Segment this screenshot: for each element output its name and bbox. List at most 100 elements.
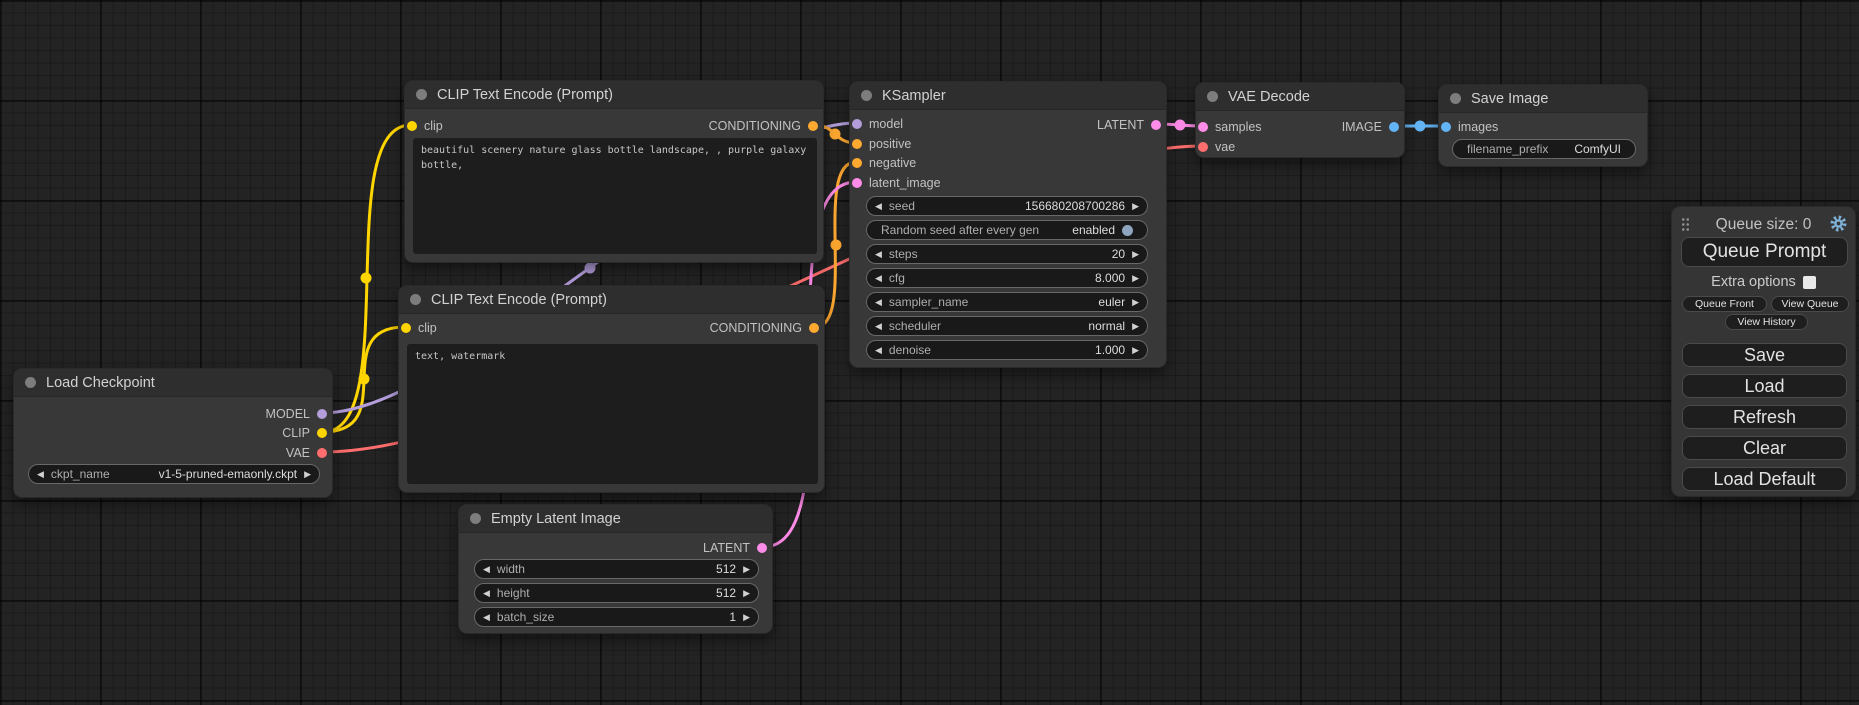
prompt-text-input[interactable]: text, watermark [407, 344, 818, 484]
widget-batch-size[interactable]: ◀ batch_size 1 ▶ [474, 607, 759, 627]
output-port-image[interactable]: IMAGE [1196, 117, 1404, 137]
decrement-arrow-icon[interactable]: ◀ [875, 298, 882, 307]
widget-random-seed-toggle[interactable]: Random seed after every gen enabled [866, 220, 1148, 240]
widget-filename-prefix[interactable]: filename_prefix ComfyUI [1452, 139, 1636, 159]
node-titlebar[interactable]: VAE Decode [1196, 83, 1404, 111]
increment-arrow-icon[interactable]: ▶ [743, 589, 750, 598]
save-button[interactable]: Save [1682, 343, 1847, 367]
port-dot-vae[interactable] [1198, 142, 1208, 152]
node-titlebar[interactable]: Save Image [1439, 85, 1647, 113]
port-dot-image[interactable] [1441, 122, 1451, 132]
prompt-text-input[interactable]: beautiful scenery nature glass bottle la… [413, 138, 817, 254]
collapse-dot-icon[interactable] [416, 89, 427, 100]
output-port-latent[interactable]: LATENT [850, 115, 1166, 135]
output-port-model[interactable]: MODEL [14, 404, 332, 424]
increment-arrow-icon[interactable]: ▶ [1132, 250, 1139, 259]
input-port-images[interactable]: images [1439, 117, 1647, 137]
node-clip-text-encode-negative[interactable]: CLIP Text Encode (Prompt) clip CONDITION… [398, 285, 825, 493]
link-midpoint-dot[interactable] [1415, 121, 1426, 132]
node-graph-canvas[interactable]: Load Checkpoint MODEL CLIP VAE ◀ ckpt_na… [0, 0, 1859, 705]
port-dot-latent[interactable] [852, 178, 862, 188]
link-midpoint-dot[interactable] [1175, 120, 1186, 131]
load-default-button[interactable]: Load Default [1682, 467, 1847, 491]
port-dot-vae[interactable] [317, 448, 327, 458]
port-dot-conditioning[interactable] [809, 323, 819, 333]
view-history-button[interactable]: View History [1725, 314, 1808, 330]
port-dot-conditioning[interactable] [852, 139, 862, 149]
increment-arrow-icon[interactable]: ▶ [1132, 298, 1139, 307]
increment-arrow-icon[interactable]: ▶ [1132, 346, 1139, 355]
output-port-vae[interactable]: VAE [14, 443, 332, 463]
widget-height[interactable]: ◀ height 512 ▶ [474, 583, 759, 603]
port-dot-clip[interactable] [317, 428, 327, 438]
increment-arrow-icon[interactable]: ▶ [743, 565, 750, 574]
port-dot-image[interactable] [1389, 122, 1399, 132]
widget-seed[interactable]: ◀ seed 156680208700286 ▶ [866, 196, 1148, 216]
port-dot-conditioning[interactable] [852, 158, 862, 168]
collapse-dot-icon[interactable] [1207, 91, 1218, 102]
widget-width[interactable]: ◀ width 512 ▶ [474, 559, 759, 579]
link-midpoint-dot[interactable] [585, 263, 596, 274]
queue-prompt-button[interactable]: Queue Prompt [1681, 237, 1848, 267]
increment-arrow-icon[interactable]: ▶ [1132, 202, 1139, 211]
decrement-arrow-icon[interactable]: ◀ [483, 589, 490, 598]
refresh-button[interactable]: Refresh [1682, 405, 1847, 429]
decrement-arrow-icon[interactable]: ◀ [875, 202, 882, 211]
load-button[interactable]: Load [1682, 374, 1847, 398]
settings-gear-icon[interactable] [1830, 215, 1847, 237]
decrement-arrow-icon[interactable]: ◀ [37, 470, 44, 479]
decrement-arrow-icon[interactable]: ◀ [875, 346, 882, 355]
node-titlebar[interactable]: KSampler [850, 82, 1166, 110]
increment-arrow-icon[interactable]: ▶ [1132, 322, 1139, 331]
queue-front-button[interactable]: Queue Front [1682, 296, 1767, 312]
decrement-arrow-icon[interactable]: ◀ [875, 250, 882, 259]
clear-button[interactable]: Clear [1682, 436, 1847, 460]
input-port-positive[interactable]: positive [850, 134, 1166, 154]
node-titlebar[interactable]: CLIP Text Encode (Prompt) [399, 286, 824, 314]
collapse-dot-icon[interactable] [1450, 93, 1461, 104]
widget-steps[interactable]: ◀ steps 20 ▶ [866, 244, 1148, 264]
port-dot-model[interactable] [317, 409, 327, 419]
node-titlebar[interactable]: Load Checkpoint [14, 369, 332, 397]
input-port-latent-image[interactable]: latent_image [850, 173, 1166, 193]
input-port-vae[interactable]: vae [1196, 137, 1404, 157]
collapse-dot-icon[interactable] [861, 90, 872, 101]
port-dot-conditioning[interactable] [808, 121, 818, 131]
node-vae-decode[interactable]: VAE Decode samples IMAGE vae [1195, 82, 1405, 158]
widget-sampler-name[interactable]: ◀ sampler_name euler ▶ [866, 292, 1148, 312]
widget-denoise[interactable]: ◀ denoise 1.000 ▶ [866, 340, 1148, 360]
node-titlebar[interactable]: Empty Latent Image [459, 505, 772, 533]
collapse-dot-icon[interactable] [25, 377, 36, 388]
node-save-image[interactable]: Save Image images filename_prefix ComfyU… [1438, 84, 1648, 167]
node-titlebar[interactable]: CLIP Text Encode (Prompt) [405, 81, 823, 109]
decrement-arrow-icon[interactable]: ◀ [875, 274, 882, 283]
increment-arrow-icon[interactable]: ▶ [1132, 274, 1139, 283]
increment-arrow-icon[interactable]: ▶ [743, 613, 750, 622]
view-queue-button[interactable]: View Queue [1771, 296, 1849, 312]
toggle-on-indicator[interactable] [1122, 225, 1133, 236]
node-empty-latent-image[interactable]: Empty Latent Image LATENT ◀ width 512 ▶ … [458, 504, 773, 634]
output-port-latent[interactable]: LATENT [459, 538, 772, 558]
link-midpoint-dot[interactable] [830, 129, 841, 140]
decrement-arrow-icon[interactable]: ◀ [875, 322, 882, 331]
collapse-dot-icon[interactable] [470, 513, 481, 524]
node-clip-text-encode-positive[interactable]: CLIP Text Encode (Prompt) clip CONDITION… [404, 80, 824, 263]
port-dot-latent[interactable] [1151, 120, 1161, 130]
decrement-arrow-icon[interactable]: ◀ [483, 565, 490, 574]
input-port-negative[interactable]: negative [850, 153, 1166, 173]
link-midpoint-dot[interactable] [831, 240, 842, 251]
node-ksampler[interactable]: KSampler model LATENT positive negative … [849, 81, 1167, 368]
output-port-conditioning[interactable]: CONDITIONING [405, 116, 823, 136]
widget-scheduler[interactable]: ◀ scheduler normal ▶ [866, 316, 1148, 336]
output-port-clip[interactable]: CLIP [14, 423, 332, 443]
output-port-conditioning[interactable]: CONDITIONING [399, 318, 824, 338]
increment-arrow-icon[interactable]: ▶ [304, 470, 311, 479]
extra-options-checkbox[interactable] [1803, 276, 1816, 289]
link-midpoint-dot[interactable] [359, 374, 370, 385]
collapse-dot-icon[interactable] [410, 294, 421, 305]
widget-ckpt-name[interactable]: ◀ ckpt_name v1-5-pruned-emaonly.ckpt ▶ [28, 464, 320, 484]
node-load-checkpoint[interactable]: Load Checkpoint MODEL CLIP VAE ◀ ckpt_na… [13, 368, 333, 498]
link-midpoint-dot[interactable] [361, 273, 372, 284]
decrement-arrow-icon[interactable]: ◀ [483, 613, 490, 622]
port-dot-latent[interactable] [757, 543, 767, 553]
